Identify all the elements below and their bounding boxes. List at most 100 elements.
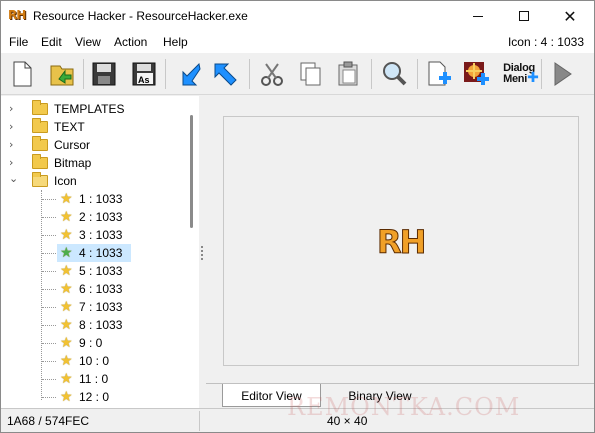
paste-icon (338, 61, 358, 86)
dialog-menu-button[interactable]: Dialog Meni ✚ (501, 56, 539, 92)
scrollbar-thumb[interactable] (190, 115, 193, 228)
title-bar[interactable]: RH Resource Hacker - ResourceHacker.exe … (1, 1, 594, 31)
chevron-right-icon[interactable]: › (9, 138, 13, 151)
tree-folder-text[interactable]: › TEXT (1, 118, 187, 136)
tree-scrollbar[interactable] (187, 96, 199, 408)
menu-edit[interactable]: Edit (41, 35, 62, 49)
star-icon: ★ (60, 209, 73, 225)
tree-item-icon-6[interactable]: ★ 6 : 1033 (1, 280, 187, 298)
app-icon: RH (8, 8, 26, 22)
open-folder-icon (32, 172, 48, 187)
star-icon: ★ (60, 389, 73, 405)
plus-icon: ✚ (527, 69, 539, 85)
status-offset: 1A68 / 574FEC (7, 414, 90, 428)
tree-item-icon-12[interactable]: ★ 12 : 0 (1, 388, 187, 406)
tree-item-label: 7 : 1033 (79, 300, 123, 314)
tree-item-label: 5 : 1033 (79, 264, 123, 278)
splitter-grip-icon[interactable] (201, 246, 203, 260)
cut-icon (261, 63, 283, 86)
add-image-icon (464, 62, 489, 85)
pane-splitter[interactable] (199, 96, 206, 408)
tree-item-icon-11[interactable]: ★ 11 : 0 (1, 370, 187, 388)
rh-logo-image: RH (376, 223, 426, 262)
tree-item-label: 9 : 0 (79, 336, 103, 350)
tree-item-icon-7[interactable]: ★ 7 : 1033 (1, 298, 187, 316)
save-icon (92, 62, 116, 86)
minimize-icon (473, 15, 483, 17)
tree-folder-bitmap[interactable]: › Bitmap (1, 154, 187, 172)
maximize-icon (519, 11, 529, 21)
open-file-icon (50, 65, 74, 86)
tree-folder-label: TEMPLATES (54, 102, 125, 116)
tree-item-icon-5[interactable]: ★ 5 : 1033 (1, 262, 187, 280)
tree-item-icon-3[interactable]: ★ 3 : 1033 (1, 226, 187, 244)
preview-pane: RH Editor View Binary View (206, 96, 594, 408)
chevron-right-icon[interactable]: › (9, 102, 13, 115)
tree-item-icon-8[interactable]: ★ 8 : 1033 (1, 316, 187, 334)
add-image-button[interactable] (459, 56, 493, 92)
tree-item-icon-1[interactable]: ★ 1 : 1033 (1, 190, 187, 208)
run-button[interactable] (545, 56, 579, 92)
tab-binary-view[interactable]: Binary View (334, 384, 426, 407)
star-icon: ★ (60, 317, 73, 333)
status-bar: 1A68 / 574FEC 40 × 40 (1, 408, 594, 432)
menu-action[interactable]: Action (114, 35, 147, 49)
add-resource-button[interactable] (421, 56, 455, 92)
tree-folder-templates[interactable]: › TEMPLATES (1, 100, 187, 118)
folder-icon (32, 154, 48, 169)
folder-icon (32, 100, 48, 115)
save-button[interactable] (87, 56, 121, 92)
tree-item-icon-2[interactable]: ★ 2 : 1033 (1, 208, 187, 226)
star-icon: ★ (60, 191, 73, 207)
toolbar: As Dialog Meni ✚ (1, 53, 594, 95)
dialog-menu-icon: Dialog Meni ✚ (503, 62, 539, 85)
tree-item-icon-10[interactable]: ★ 10 : 0 (1, 352, 187, 370)
open-button[interactable] (45, 56, 79, 92)
new-button[interactable] (5, 56, 39, 92)
chevron-down-icon[interactable]: ⌄ (9, 172, 18, 185)
minimize-button[interactable] (455, 1, 501, 31)
search-button[interactable] (377, 56, 411, 92)
folder-icon (32, 118, 48, 133)
star-icon: ★ (60, 299, 73, 315)
tree-item-icon-4-selected[interactable]: ★ 4 : 1033 (1, 244, 187, 262)
menu-file[interactable]: File (9, 35, 28, 49)
import-icon (182, 62, 201, 86)
tree-folder-icon[interactable]: ⌄ Icon (1, 172, 187, 190)
tree-item-label: 2 : 1033 (79, 210, 123, 224)
chevron-right-icon[interactable]: › (9, 156, 13, 169)
save-as-button[interactable]: As (127, 56, 161, 92)
tree-item-label: 11 : 0 (79, 372, 109, 386)
copy-button[interactable] (293, 56, 327, 92)
star-icon: ★ (60, 245, 73, 261)
paste-button[interactable] (331, 56, 365, 92)
view-tabs: Editor View Binary View (206, 383, 594, 407)
tree-item-label: 4 : 1033 (79, 246, 123, 260)
tree-item-label: 12 : 0 (79, 390, 110, 404)
star-icon: ★ (60, 335, 73, 351)
resource-tree[interactable]: › TEMPLATES › TEXT › Cursor › Bitmap ⌄ I… (1, 96, 199, 408)
star-icon: ★ (60, 353, 73, 369)
star-icon: ★ (60, 263, 73, 279)
tree-item-label: 8 : 1033 (79, 318, 123, 332)
tree-folder-cursor[interactable]: › Cursor (1, 136, 187, 154)
chevron-right-icon[interactable]: › (9, 120, 13, 133)
add-resource-icon (428, 61, 451, 86)
star-icon: ★ (60, 371, 73, 387)
icon-preview-canvas: RH (223, 116, 579, 366)
import-button[interactable] (171, 56, 205, 92)
tab-editor-view[interactable]: Editor View (222, 384, 321, 407)
cut-button[interactable] (255, 56, 289, 92)
status-dimensions: 40 × 40 (327, 414, 368, 428)
tree-folder-label: Cursor (54, 138, 91, 152)
run-icon (554, 62, 572, 86)
menu-help[interactable]: Help (163, 35, 188, 49)
star-icon: ★ (60, 281, 73, 297)
search-icon (383, 62, 407, 86)
tree-item-icon-9[interactable]: ★ 9 : 0 (1, 334, 187, 352)
maximize-button[interactable] (501, 1, 547, 31)
export-button[interactable] (209, 56, 243, 92)
close-button[interactable]: ✕ (547, 1, 593, 31)
tree-folder-label: TEXT (54, 120, 85, 134)
menu-view[interactable]: View (75, 35, 101, 49)
